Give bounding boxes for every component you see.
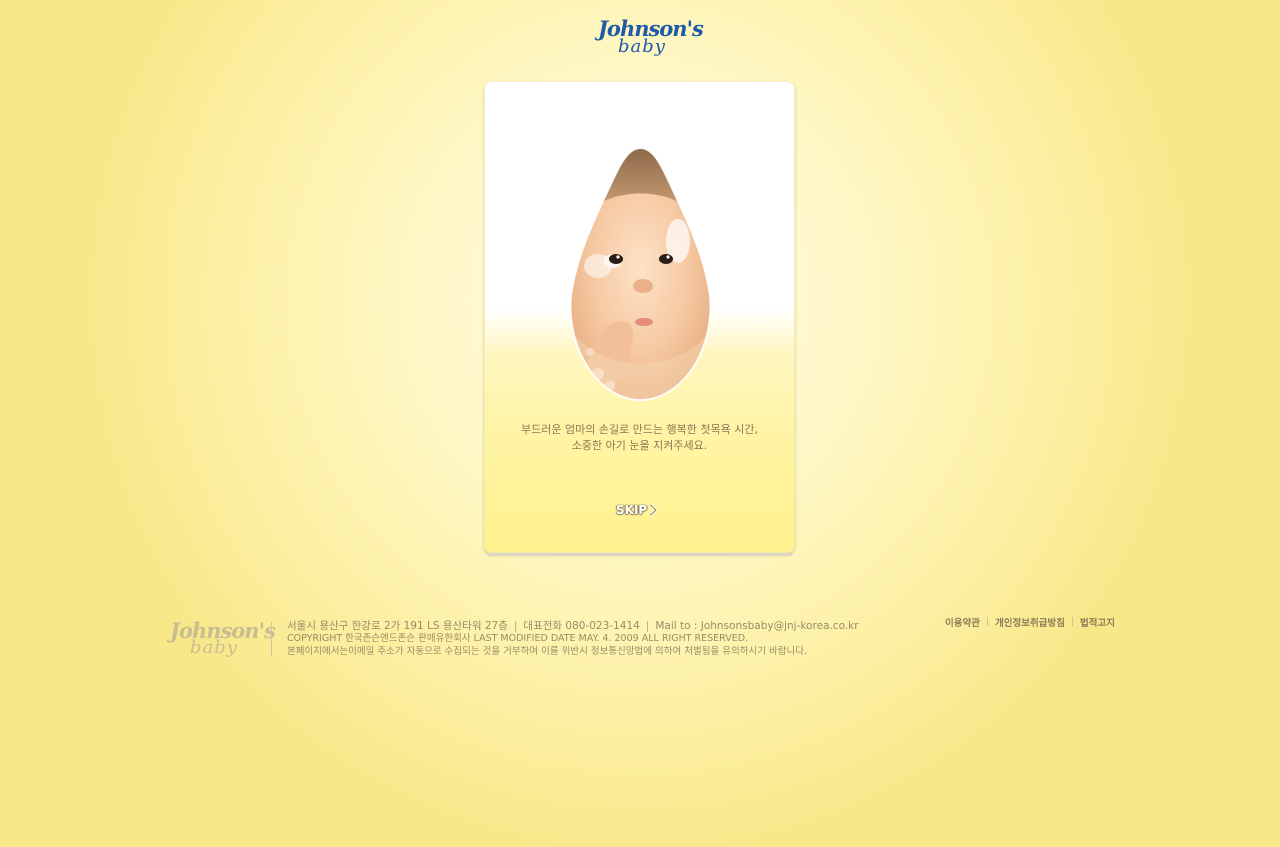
footer-mail[interactable]: Mail to : Johnsonsbaby@jnj-korea.co.kr (655, 620, 858, 632)
footer-address: 서울시 용산구 한강로 2가 191 LS 용산타워 27층 (287, 620, 508, 632)
footer-notice: 본페이지에서는이메일 주소가 자동으로 수집되는 것을 거부하며 이를 위반시 … (287, 645, 807, 657)
johnsons-baby-logo: Johnson's baby (596, 16, 704, 62)
intro-message: 부드러운 엄마의 손길로 만드는 행복한 첫목욕 시간, 소중한 아기 눈을 지… (484, 422, 795, 454)
footer-link-terms[interactable]: 이용약관 (945, 615, 980, 629)
footer-links: 이용약관 | 개인정보취급방침 | 법적고지 (945, 615, 1115, 629)
skip-label: SKIP (616, 503, 648, 517)
footer-contact-line: 서울시 용산구 한강로 2가 191 LS 용산타워 27층 | 대표전화 080-… (287, 619, 859, 633)
footer-phone: 대표전화 080-023-1414 (523, 620, 640, 632)
footer-divider (271, 622, 272, 656)
separator: | (986, 617, 990, 627)
separator: | (645, 620, 650, 632)
baby-drop-image (568, 146, 713, 402)
skip-button[interactable]: SKIP (616, 500, 664, 520)
message-line-1: 부드러운 엄마의 손길로 만드는 행복한 첫목욕 시간, (521, 423, 758, 436)
message-line-2: 소중한 아기 눈을 지켜주세요. (571, 439, 708, 452)
footer-logo: Johnson's baby (170, 618, 276, 662)
separator: | (513, 620, 518, 632)
footer-copyright: COPYRIGHT 한국존슨앤드존슨 판매유한회사 LAST MODIFIED … (287, 633, 749, 644)
footer-link-privacy[interactable]: 개인정보취급방침 (995, 615, 1065, 629)
footer-info: 서울시 용산구 한강로 2가 191 LS 용산타워 27층 | 대표전화 080-… (287, 619, 859, 658)
footer-logo-baby: baby (190, 637, 238, 658)
chevron-right-icon (649, 504, 658, 516)
logo-baby-text: baby (618, 36, 666, 57)
footer-link-legal[interactable]: 법적고지 (1080, 615, 1115, 629)
separator: | (1070, 617, 1075, 627)
